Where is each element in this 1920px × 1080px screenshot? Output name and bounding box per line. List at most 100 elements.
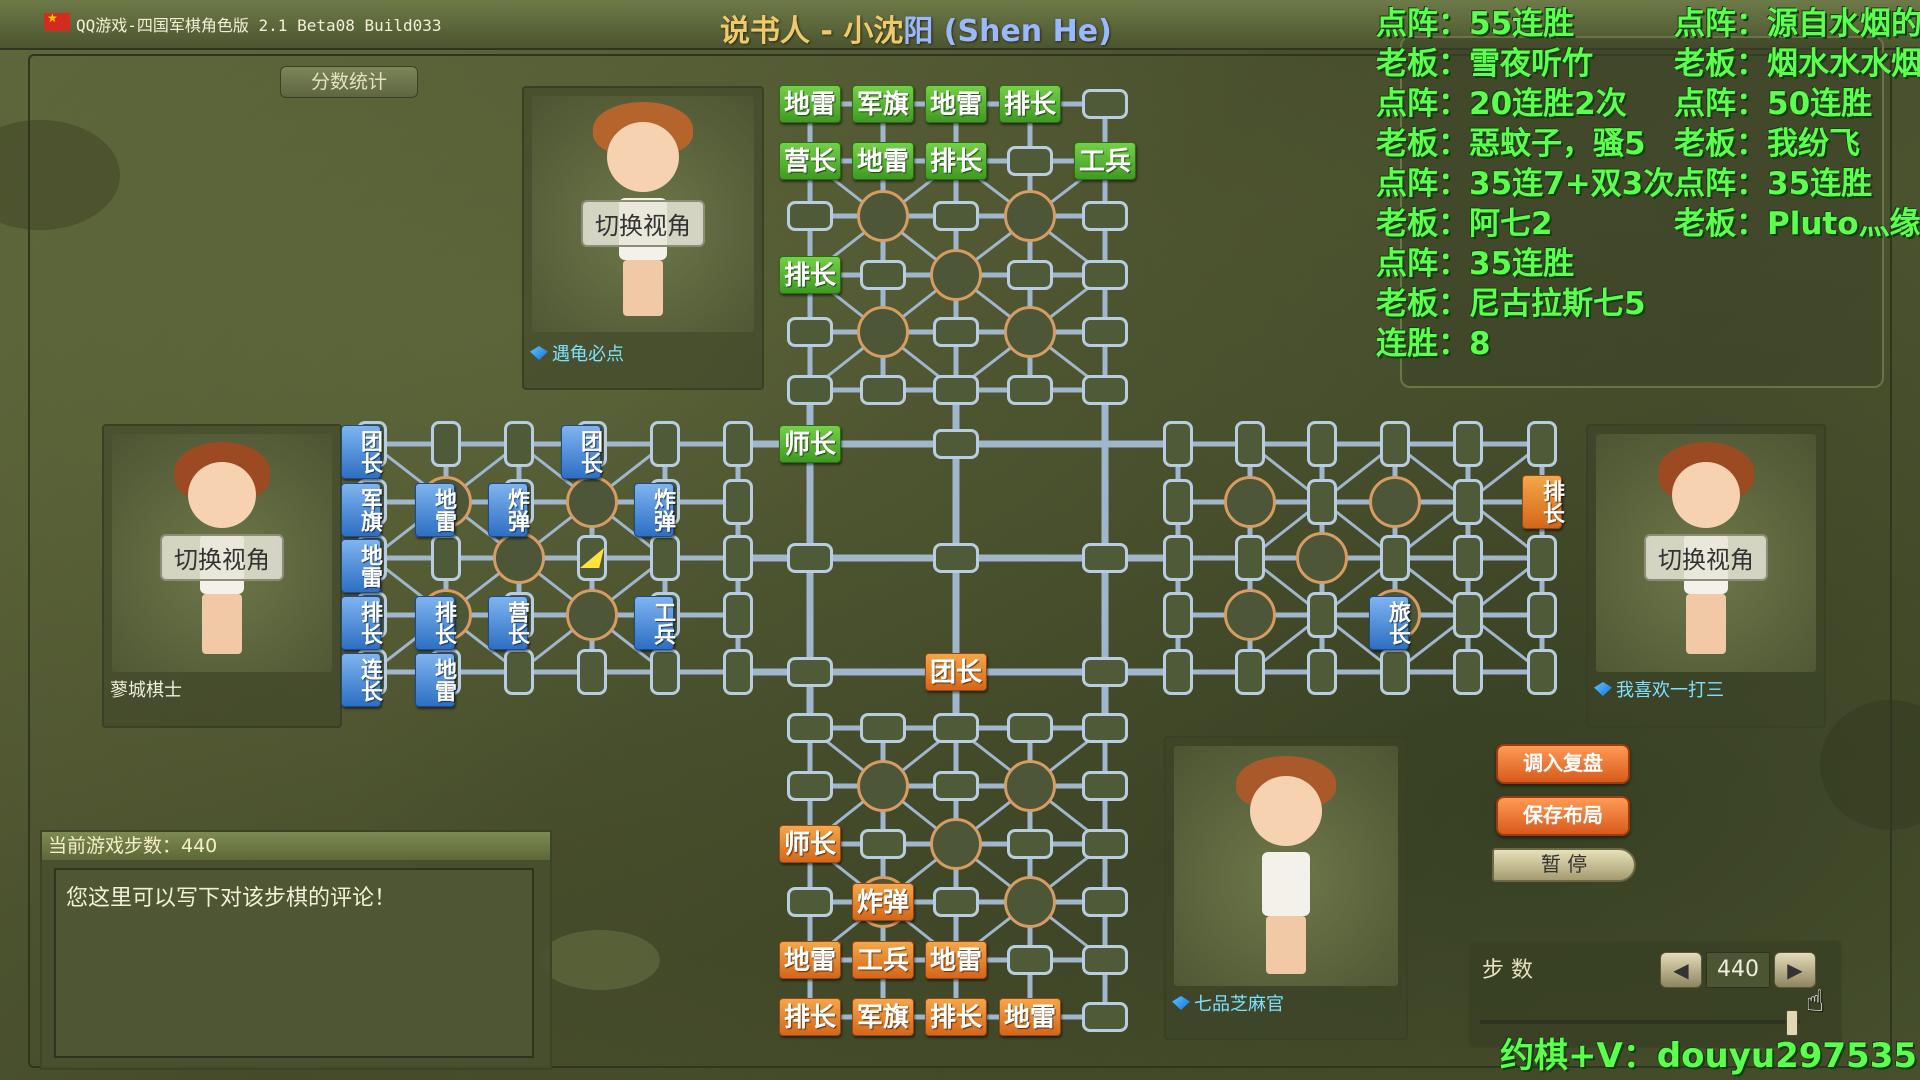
chess-piece[interactable]: 营长	[779, 142, 841, 180]
board-cell[interactable]	[933, 771, 979, 801]
board-cell[interactable]	[650, 649, 680, 695]
board-cell[interactable]	[650, 535, 680, 581]
chess-piece[interactable]: 团长	[925, 653, 987, 691]
chess-piece[interactable]: 排长	[925, 142, 987, 180]
chess-piece[interactable]: 排长	[779, 256, 841, 294]
board-camp[interactable]	[1224, 476, 1276, 528]
steps-slider-track[interactable]	[1480, 1020, 1800, 1024]
chess-piece[interactable]: 工兵	[1074, 142, 1136, 180]
chess-piece[interactable]: 军旗	[852, 998, 914, 1036]
board-cell[interactable]	[1235, 421, 1265, 467]
board-cell[interactable]	[431, 535, 461, 581]
board-cell[interactable]	[933, 375, 979, 405]
chess-piece[interactable]: 地雷	[415, 483, 456, 537]
chess-piece[interactable]: 排长	[341, 596, 382, 650]
board-cell[interactable]	[1453, 421, 1483, 467]
board-cell[interactable]	[787, 543, 833, 573]
board-cell[interactable]	[1163, 592, 1193, 638]
board-camp[interactable]	[930, 818, 982, 870]
board-camp[interactable]	[1224, 589, 1276, 641]
step-back-button[interactable]: ◀	[1660, 952, 1702, 988]
board-cell[interactable]	[1007, 945, 1053, 975]
board-cell[interactable]	[1163, 479, 1193, 525]
board-cell[interactable]	[650, 421, 680, 467]
board-camp[interactable]	[930, 249, 982, 301]
chess-piece[interactable]: 地雷	[341, 539, 382, 593]
board-cell[interactable]	[1307, 479, 1337, 525]
chess-piece[interactable]: 营长	[488, 596, 529, 650]
chess-piece[interactable]: 地雷	[999, 998, 1061, 1036]
board-cell[interactable]	[933, 429, 979, 459]
board-cell[interactable]	[1453, 592, 1483, 638]
board-cell[interactable]	[1082, 713, 1128, 743]
chess-piece[interactable]: 排长	[999, 85, 1061, 123]
chess-piece[interactable]: 排长	[1522, 475, 1564, 529]
chess-piece[interactable]: 炸弹	[634, 483, 675, 537]
chess-piece[interactable]: 团长	[341, 425, 382, 479]
chess-piece[interactable]: 师长	[779, 825, 841, 863]
board-cell[interactable]	[787, 657, 833, 687]
chess-piece[interactable]: 排长	[779, 998, 841, 1036]
board-camp[interactable]	[1004, 760, 1056, 812]
board-camp[interactable]	[1004, 876, 1056, 928]
board-cell[interactable]	[1527, 421, 1557, 467]
chess-piece[interactable]: 军旗	[852, 85, 914, 123]
board-cell[interactable]	[1007, 146, 1053, 176]
step-forward-button[interactable]: ▶	[1774, 952, 1816, 988]
board-cell[interactable]	[1082, 829, 1128, 859]
board-camp[interactable]	[1004, 306, 1056, 358]
board-cell[interactable]	[933, 543, 979, 573]
board-cell[interactable]	[787, 713, 833, 743]
board-cell[interactable]	[1307, 592, 1337, 638]
chess-piece[interactable]: 旅长	[1369, 596, 1410, 650]
chess-piece[interactable]: 连长	[341, 653, 382, 707]
board-camp[interactable]	[857, 190, 909, 242]
chess-piece[interactable]: 地雷	[779, 941, 841, 979]
board-cell[interactable]	[1082, 771, 1128, 801]
board-cell[interactable]	[1082, 887, 1128, 917]
board-cell[interactable]	[723, 649, 753, 695]
chess-piece[interactable]: 地雷	[415, 653, 456, 707]
board-camp[interactable]	[1296, 532, 1348, 584]
chess-piece[interactable]: 军旗	[341, 483, 382, 537]
board-cell[interactable]	[504, 649, 534, 695]
board-cell[interactable]	[860, 713, 906, 743]
board-cell[interactable]	[1453, 535, 1483, 581]
board-cell[interactable]	[1527, 535, 1557, 581]
board-cell[interactable]	[431, 421, 461, 467]
board-cell[interactable]	[933, 201, 979, 231]
chess-piece[interactable]: 地雷	[925, 941, 987, 979]
board-camp[interactable]	[857, 306, 909, 358]
board-cell[interactable]	[1082, 317, 1128, 347]
board-cell[interactable]	[1380, 421, 1410, 467]
chess-piece[interactable]: 排长	[415, 596, 456, 650]
board-cell[interactable]	[1163, 421, 1193, 467]
board-cell[interactable]	[1527, 592, 1557, 638]
load-replay-button[interactable]: 调入复盘	[1496, 744, 1630, 784]
board-camp[interactable]	[1369, 476, 1421, 528]
board-cell[interactable]	[787, 771, 833, 801]
chess-piece[interactable]: 地雷	[852, 142, 914, 180]
chess-piece[interactable]: 师长	[779, 425, 841, 463]
board-cell[interactable]	[1007, 260, 1053, 290]
board-cell[interactable]	[723, 479, 753, 525]
chess-piece[interactable]: 地雷	[925, 85, 987, 123]
chess-piece[interactable]: 工兵	[634, 596, 675, 650]
board-cell[interactable]	[1082, 1002, 1128, 1032]
chess-piece[interactable]: 炸弹	[852, 883, 914, 921]
board-cell[interactable]	[1453, 479, 1483, 525]
board-cell[interactable]	[1007, 713, 1053, 743]
board-cell[interactable]	[1082, 260, 1128, 290]
board-cell[interactable]	[1235, 535, 1265, 581]
board-cell[interactable]	[787, 887, 833, 917]
board-cell[interactable]	[860, 829, 906, 859]
board-cell[interactable]	[1307, 649, 1337, 695]
board-cell[interactable]	[1082, 375, 1128, 405]
board-camp[interactable]	[857, 760, 909, 812]
board-cell[interactable]	[1007, 829, 1053, 859]
comment-textarea[interactable]: 您这里可以写下对该步棋的评论！	[54, 868, 534, 1058]
board-cell[interactable]	[1163, 649, 1193, 695]
board-camp[interactable]	[566, 589, 618, 641]
board-cell[interactable]	[933, 713, 979, 743]
board-camp[interactable]	[566, 476, 618, 528]
